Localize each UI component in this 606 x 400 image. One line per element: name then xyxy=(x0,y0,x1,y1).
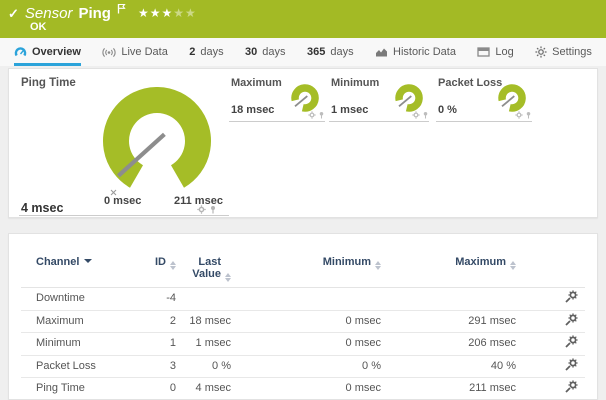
cell-maximum: 40 % xyxy=(381,356,516,378)
mini-gauge-label: Packet Loss xyxy=(438,77,502,89)
main-gauge-label: Ping Time xyxy=(21,77,76,89)
gauge-pin-icon[interactable] xyxy=(422,111,429,119)
cell-minimum: 0 msec xyxy=(231,333,381,355)
tab-overview[interactable]: Overview xyxy=(14,38,81,66)
column-header-channel[interactable]: Channel xyxy=(21,247,151,287)
cell-id: 0 xyxy=(151,378,176,400)
tab-historic-data[interactable]: Historic Data xyxy=(375,38,456,66)
mini-gauge-dial[interactable] xyxy=(496,84,528,114)
tab-settings[interactable]: Settings xyxy=(535,38,592,66)
table-row-downtime[interactable]: Downtime -4 xyxy=(21,288,585,311)
channel-settings-icon[interactable] xyxy=(564,335,578,349)
table-row-ping-time[interactable]: Ping Time 0 4 msec 0 msec 211 msec xyxy=(21,378,585,400)
mini-gauge-dial[interactable] xyxy=(289,84,321,114)
tab-bar: Overview Live Data 2days 30days 365days … xyxy=(0,38,606,66)
channel-settings-icon[interactable] xyxy=(564,290,578,304)
gauge-min-label: 0 msec xyxy=(104,195,141,207)
table-row-packet-loss[interactable]: Packet Loss 3 0 % 0 % 40 % xyxy=(21,356,585,379)
gauge-pin-icon[interactable] xyxy=(209,205,217,214)
cell-channel: Maximum xyxy=(21,311,151,333)
column-header-maximum[interactable]: Maximum xyxy=(381,247,516,287)
column-header-last-value[interactable]: Last Value xyxy=(176,247,231,287)
priority-flag-icon[interactable] xyxy=(117,1,126,19)
cell-channel: Packet Loss xyxy=(21,356,151,378)
cell-minimum: 0 % xyxy=(231,356,381,378)
gauge-pin-icon[interactable] xyxy=(525,111,532,119)
table-header-row: Channel ID Last Value Minimum Maximum xyxy=(21,247,585,288)
cell-divider xyxy=(19,215,229,216)
channel-settings-icon[interactable] xyxy=(564,380,578,394)
sensor-status-badge: OK xyxy=(30,21,47,33)
cell-channel: Ping Time xyxy=(21,378,151,400)
cell-maximum: 206 msec xyxy=(381,333,516,355)
sensor-header: ✓ Sensor Ping ★★★★★ OK xyxy=(0,0,606,38)
table-row-minimum[interactable]: Minimum 1 1 msec 0 msec 206 msec xyxy=(21,333,585,356)
column-header-minimum[interactable]: Minimum xyxy=(231,247,381,287)
channel-settings-icon[interactable] xyxy=(564,358,578,372)
tab-365-days[interactable]: 365days xyxy=(307,38,354,66)
sensor-type-label: Sensor xyxy=(25,5,73,22)
cell-last-value: 1 msec xyxy=(176,333,231,355)
broadcast-icon xyxy=(102,47,116,57)
tab-live-data[interactable]: Live Data xyxy=(102,38,167,66)
gauge-gear-icon[interactable] xyxy=(197,205,206,214)
channel-settings-icon[interactable] xyxy=(564,313,578,327)
cell-minimum: 0 msec xyxy=(231,378,381,400)
gauge-gear-icon[interactable] xyxy=(308,111,316,119)
tab-2-days[interactable]: 2days xyxy=(189,38,223,66)
table-row-maximum[interactable]: Maximum 2 18 msec 0 msec 291 msec xyxy=(21,311,585,334)
mini-gauge-label: Maximum xyxy=(231,77,282,89)
gauge-gear-icon[interactable] xyxy=(515,111,523,119)
channel-table-panel: Channel ID Last Value Minimum Maximum Do… xyxy=(8,233,598,400)
mini-gauge-value: 0 % xyxy=(438,104,457,116)
gauge-gear-icon[interactable] xyxy=(412,111,420,119)
cell-maximum: 291 msec xyxy=(381,311,516,333)
mini-gauge-dial[interactable] xyxy=(393,84,425,114)
mini-gauge-minimum[interactable]: Minimum 1 msec xyxy=(329,73,429,122)
cell-last-value: 4 msec xyxy=(176,378,231,400)
gear-icon xyxy=(535,46,547,58)
mini-gauge-maximum[interactable]: Maximum 18 msec xyxy=(229,73,325,122)
cell-last-value: 0 % xyxy=(176,356,231,378)
tab-30-days[interactable]: 30days xyxy=(245,38,286,66)
mini-gauge-label: Minimum xyxy=(331,77,379,89)
cell-minimum xyxy=(231,288,381,310)
cell-maximum xyxy=(381,288,516,310)
chart-icon xyxy=(375,47,388,57)
cell-id: 1 xyxy=(151,333,176,355)
cell-last-value: 18 msec xyxy=(176,311,231,333)
log-icon xyxy=(477,47,490,57)
status-ok-check-icon: ✓ xyxy=(8,6,19,22)
mini-gauge-packet-loss[interactable]: Packet Loss 0 % xyxy=(436,73,532,122)
priority-stars[interactable]: ★★★★★ xyxy=(138,6,197,20)
mini-gauge-value: 1 msec xyxy=(331,104,368,116)
cell-id: 2 xyxy=(151,311,176,333)
sort-desc-caret-icon xyxy=(84,259,92,263)
gauge-icon xyxy=(14,46,27,57)
gauge-pin-icon[interactable] xyxy=(318,111,325,119)
cell-channel: Minimum xyxy=(21,333,151,355)
tab-log[interactable]: Log xyxy=(477,38,513,66)
cell-id: -4 xyxy=(151,288,176,310)
cell-last-value xyxy=(176,288,231,310)
column-header-id[interactable]: ID xyxy=(151,247,176,287)
gauges-panel: Ping Time 0 msec 211 msec 4 msec Maximum… xyxy=(8,68,598,218)
cell-minimum: 0 msec xyxy=(231,311,381,333)
cell-maximum: 211 msec xyxy=(381,378,516,400)
cell-id: 3 xyxy=(151,356,176,378)
cell-channel: Downtime xyxy=(21,288,151,310)
mini-gauge-value: 18 msec xyxy=(231,104,274,116)
ping-time-current-value: 4 msec xyxy=(21,201,63,215)
sensor-name: Ping xyxy=(78,5,111,22)
